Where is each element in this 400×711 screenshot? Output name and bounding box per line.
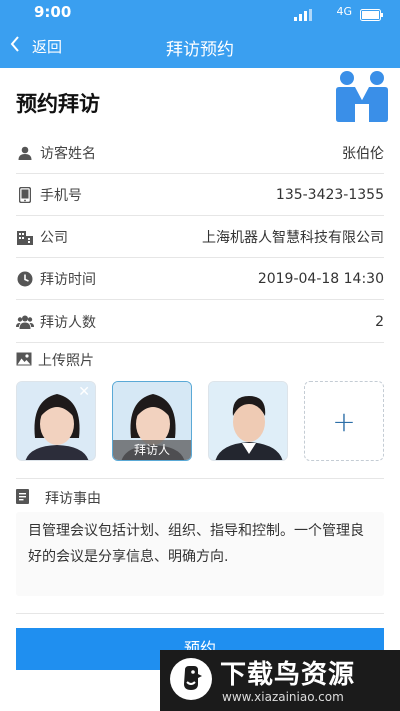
battery-icon — [360, 6, 384, 25]
visit-time-value: 2019-04-18 14:30 — [257, 270, 384, 287]
add-photo-button[interactable]: + — [304, 381, 384, 461]
meeting-logo-icon — [334, 70, 390, 130]
document-icon — [16, 488, 29, 508]
bird-logo-icon — [170, 658, 212, 700]
visitor-count-row[interactable]: 拜访人数 2 — [16, 301, 384, 343]
phone-icon — [16, 186, 34, 204]
photo-thumbnail[interactable]: ✕ — [16, 381, 96, 461]
upload-photo-section: 上传照片 — [16, 350, 94, 370]
page-title: 预约拜访 — [16, 92, 100, 116]
visit-time-label: 拜访时间 — [40, 271, 96, 288]
clock-icon — [16, 270, 34, 288]
watermark: 下载鸟资源 www.xiazainiao.com — [160, 650, 400, 711]
status-bar: 9:00 4G — [0, 0, 400, 24]
upload-photo-label: 上传照片 — [38, 353, 94, 369]
person-photo — [209, 382, 287, 460]
photo-caption: 拜访人 — [113, 440, 191, 460]
signal-icon — [294, 6, 312, 25]
photo-thumbnail-selected[interactable]: 拜访人 — [112, 381, 192, 461]
divider — [16, 478, 384, 479]
building-icon — [16, 228, 34, 246]
image-icon — [16, 351, 32, 370]
visitor-count-label: 拜访人数 — [40, 314, 96, 331]
visit-reason-section: 拜访事由 — [16, 488, 101, 508]
visitor-name-label: 访客姓名 — [40, 145, 96, 162]
company-row[interactable]: 公司 上海机器人智慧科技有限公司 — [16, 216, 384, 258]
group-icon — [16, 313, 34, 331]
status-time: 9:00 — [34, 3, 72, 21]
person-icon — [16, 144, 34, 162]
divider — [16, 613, 384, 614]
visitor-count-value: 2 — [375, 313, 384, 330]
close-icon[interactable]: ✕ — [78, 384, 90, 400]
photo-thumbnail[interactable] — [208, 381, 288, 461]
nav-title: 拜访预约 — [166, 40, 234, 60]
visit-time-row[interactable]: 拜访时间 2019-04-18 14:30 — [16, 258, 384, 300]
phone-value: 135-3423-1355 — [275, 186, 384, 203]
visitor-name-row[interactable]: 访客姓名 张伯伦 — [16, 132, 384, 174]
company-value: 上海机器人智慧科技有限公司 — [202, 229, 384, 246]
phone-label: 手机号 — [40, 187, 82, 204]
watermark-title: 下载鸟资源 — [220, 660, 356, 690]
nav-bar: 返回 拜访预约 — [0, 24, 400, 68]
phone-row[interactable]: 手机号 135-3423-1355 — [16, 174, 384, 216]
visitor-name-value: 张伯伦 — [342, 145, 384, 162]
company-label: 公司 — [40, 229, 68, 246]
network-type: 4G — [336, 5, 352, 18]
watermark-url: www.xiazainiao.com — [222, 690, 344, 704]
visit-reason-label: 拜访事由 — [45, 491, 101, 507]
visit-reason-textarea[interactable]: 目管理会议包括计划、组织、指导和控制。一个管理良好的会议是分享信息、明确方向. — [16, 512, 384, 596]
